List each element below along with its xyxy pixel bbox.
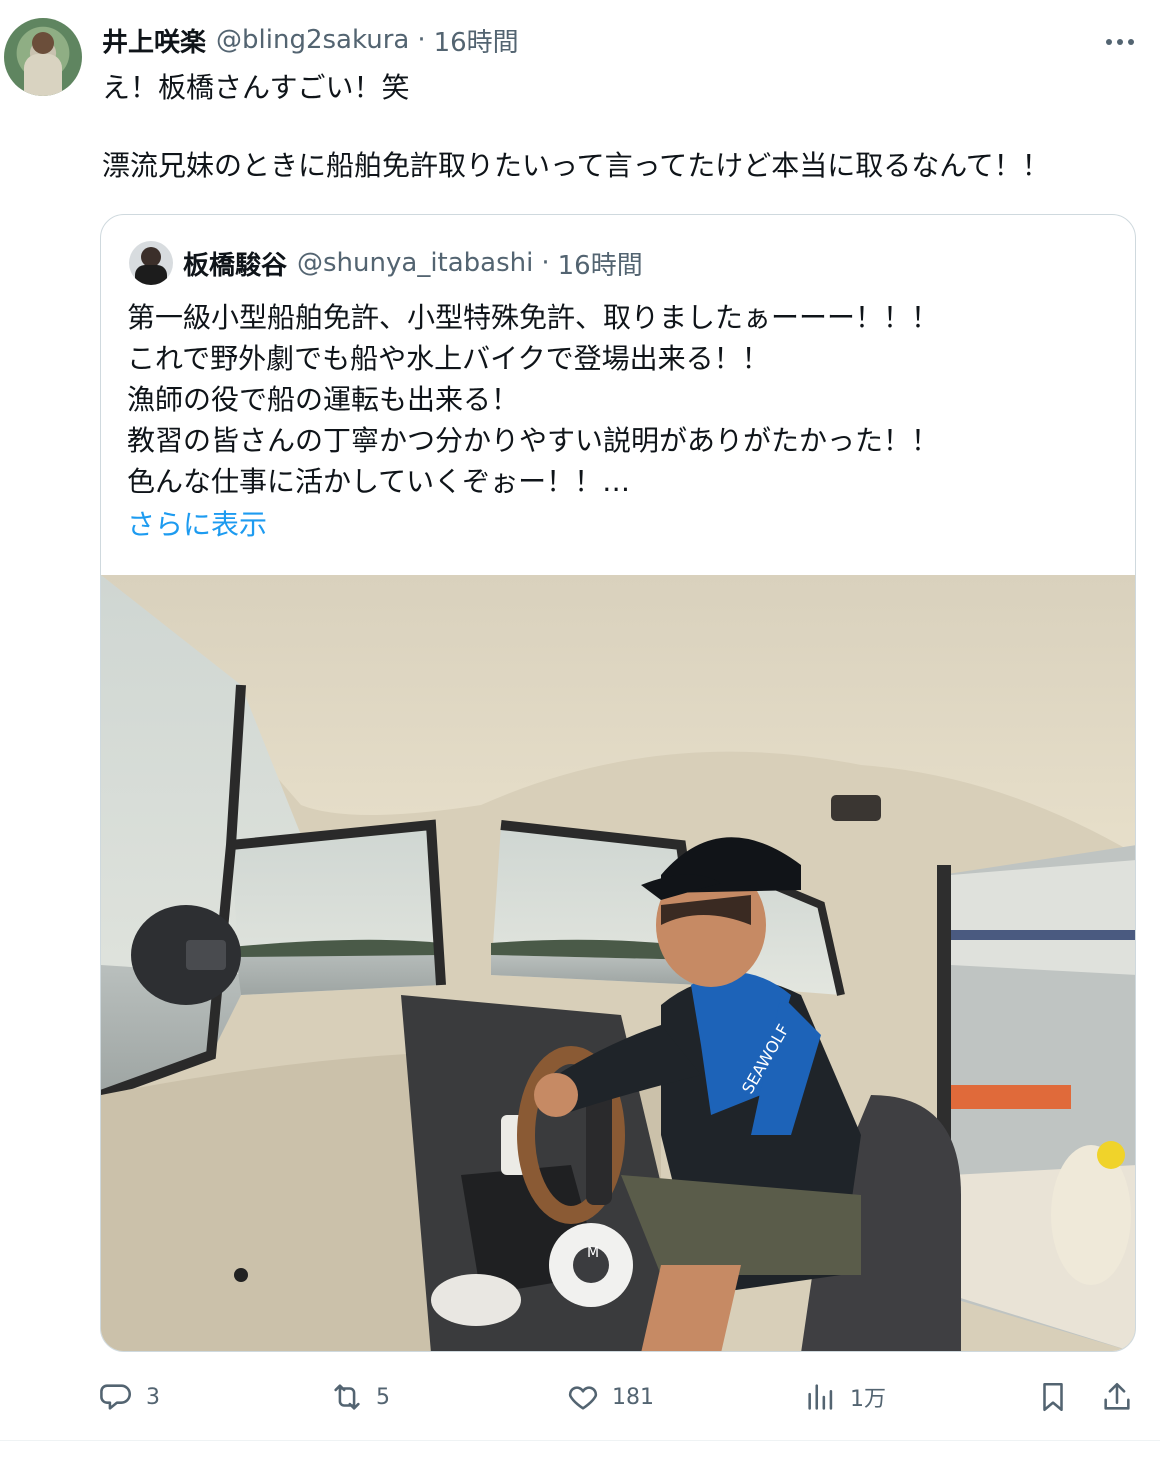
tweet-text-line: え！板橋さんすごい！笑 — [102, 71, 410, 104]
tweet-text-line: 漂流兄妹のときに船舶免許取りたいって言ってたけど本当に取るなんて！！ — [102, 149, 1050, 182]
retweet-count: 5 — [376, 1384, 390, 1410]
views-count: 1万 — [850, 1387, 886, 1412]
quoted-text-line: 教習の皆さんの丁寧かつ分かりやすい説明がありがたかった！！ — [127, 424, 940, 457]
quoted-author-name: 板橋駿谷 — [183, 250, 288, 281]
bar-chart-icon — [808, 1384, 833, 1410]
retweet-button[interactable]: 5 — [330, 1372, 390, 1422]
reply-count: 3 — [146, 1384, 160, 1410]
author-avatar[interactable] — [4, 18, 82, 96]
separator-dot: · — [417, 25, 426, 55]
quoted-text-line: これで野外劇でも船や水上バイクで登場出来る！！ — [127, 342, 770, 375]
show-more-link[interactable]: さらに表示 — [127, 505, 267, 545]
separator-dot: · — [541, 248, 550, 278]
tweet-actions: 3 5 181 1万 — [100, 1372, 1140, 1422]
speech-bubble-icon — [100, 1384, 131, 1410]
more-options-button[interactable] — [1100, 26, 1140, 58]
bookmark-button[interactable] — [1036, 1372, 1070, 1422]
helm-label: M — [587, 1245, 599, 1261]
share-button[interactable] — [1100, 1372, 1134, 1422]
avatar-figure-body — [24, 54, 62, 96]
author-handle[interactable]: @bling2sakura — [216, 25, 409, 55]
more-dots-icon — [1106, 39, 1112, 45]
like-button[interactable]: 181 — [566, 1372, 654, 1422]
heart-icon — [568, 1386, 598, 1410]
tweet-time[interactable]: 16時間 — [434, 22, 519, 59]
tweet-header: 井上咲楽 @bling2sakura · 16時間 — [102, 22, 519, 58]
share-icon — [1104, 1382, 1130, 1410]
quoted-tweet-time: 16時間 — [557, 250, 643, 281]
quoted-tweet-header: 板橋駿谷 @shunya_itabashi · 16時間 — [183, 245, 643, 281]
quoted-tweet-text: 第一級小型船舶免許、小型特殊免許、取りましたぁーーー！！！ これで野外劇でも船や… — [127, 297, 1117, 502]
quoted-text-line: 第一級小型船舶免許、小型特殊免許、取りましたぁーーー！！！ — [127, 301, 940, 334]
boat-cabin-photo[interactable]: M SEAWOLF — [101, 575, 1136, 1352]
views-button[interactable]: 1万 — [804, 1372, 886, 1422]
tweet-text: え！板橋さんすごい！笑 漂流兄妹のときに船舶免許取りたいって言ってたけど本当に取… — [102, 68, 1132, 186]
tweet-divider — [0, 1440, 1160, 1441]
quoted-author-handle: @shunya_itabashi — [297, 248, 534, 278]
author-name[interactable]: 井上咲楽 — [102, 22, 206, 59]
quoted-author-avatar[interactable] — [129, 241, 173, 285]
quoted-text-line: 色んな仕事に活かしていくぞぉー！！… — [127, 465, 631, 498]
reply-button[interactable]: 3 — [100, 1372, 160, 1422]
quoted-text-line: 漁師の役で船の運転も出来る！ — [127, 383, 520, 416]
like-count: 181 — [612, 1384, 654, 1410]
quoted-tweet[interactable]: 板橋駿谷 @shunya_itabashi · 16時間 第一級小型船舶免許、小… — [100, 214, 1136, 1352]
avatar-figure-head — [32, 32, 54, 54]
bookmark-icon — [1043, 1382, 1063, 1412]
retweet-icon — [334, 1384, 360, 1410]
